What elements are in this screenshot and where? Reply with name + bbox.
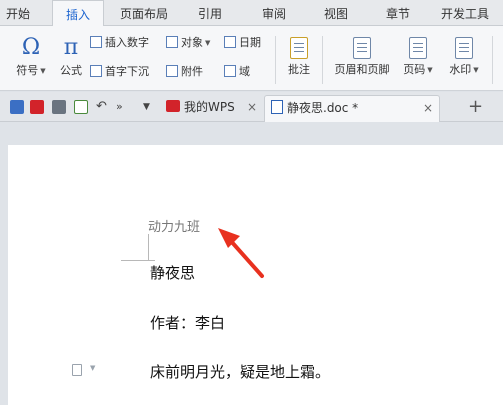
more-icon[interactable]: »: [116, 100, 130, 114]
insert-number-label: 插入数字: [105, 36, 149, 49]
header-footer-button[interactable]: 页眉和页脚: [328, 34, 396, 77]
omega-icon: Ω: [21, 35, 41, 60]
object-label: 对象: [181, 36, 203, 49]
comment-icon: [290, 37, 308, 59]
menu-tab-view[interactable]: 视图: [316, 0, 356, 26]
symbol-label: 符号: [16, 64, 39, 77]
undo-icon[interactable]: ↶: [96, 100, 110, 114]
chevron-down-icon: ▼: [427, 66, 433, 74]
drop-cap-icon: [90, 65, 102, 77]
page-number-button[interactable]: 页码 ▼: [398, 34, 438, 77]
chevron-down-icon: ▼: [90, 364, 96, 372]
menu-tab-review[interactable]: 审阅: [252, 0, 296, 26]
insert-number-button[interactable]: 插入数字: [90, 34, 149, 52]
watermark-button[interactable]: 水印 ▼: [442, 34, 486, 77]
menu-tab-insert[interactable]: 插入: [52, 0, 104, 27]
page-number-icon: [409, 37, 427, 59]
menu-tab-chapter[interactable]: 章节: [376, 0, 420, 26]
field-label: 域: [239, 65, 250, 78]
export-pdf-icon[interactable]: [30, 100, 44, 114]
word-doc-icon: [271, 100, 283, 114]
date-label: 日期: [239, 36, 261, 49]
drop-cap-button[interactable]: 首字下沉: [90, 63, 149, 81]
header-footer-icon: [353, 37, 371, 59]
wps-logo-icon: [166, 100, 180, 112]
new-tab-icon[interactable]: +: [468, 96, 483, 117]
menu-bar: 开始 插入 页面布局 引用 审阅 视图 章节 开发工具: [0, 0, 503, 27]
watermark-label: 水印: [449, 63, 472, 76]
document-tab-bar: ↶ » ▼ 我的WPS × 静夜思.doc * × +: [0, 92, 503, 122]
symbol-button[interactable]: Ω 符号 ▼: [10, 34, 52, 78]
tab-document-label: 静夜思.doc *: [287, 101, 359, 115]
tab-my-wps[interactable]: 我的WPS ×: [160, 95, 260, 122]
tab-my-wps-label: 我的WPS: [184, 100, 235, 114]
page-number-label: 页码: [403, 63, 426, 76]
attachment-button[interactable]: 附件: [166, 63, 203, 81]
chevron-down-icon: ▼: [205, 39, 211, 47]
header-footer-label: 页眉和页脚: [334, 63, 390, 76]
number-icon: [90, 36, 102, 48]
chevron-down-icon: ▼: [40, 67, 46, 75]
pi-icon: π: [63, 35, 79, 60]
menu-tab-references[interactable]: 引用: [190, 0, 230, 26]
close-icon[interactable]: ×: [423, 96, 433, 121]
field-icon: [224, 65, 236, 77]
menu-tab-page-layout[interactable]: 页面布局: [112, 0, 176, 26]
comment-label: 批注: [288, 63, 310, 76]
ribbon-divider: [275, 36, 276, 84]
calendar-icon: [224, 36, 236, 48]
drop-cap-label: 首字下沉: [105, 65, 149, 78]
ribbon-divider: [322, 36, 323, 84]
save-icon[interactable]: [10, 100, 24, 114]
page-header-text[interactable]: 动力九班: [148, 216, 200, 235]
field-button[interactable]: 域: [224, 63, 250, 81]
attachment-label: 附件: [181, 65, 203, 78]
object-icon: [166, 36, 178, 48]
doc-line-verse[interactable]: 床前明月光，疑是地上霜。: [150, 361, 330, 382]
paragraph-mark-icon[interactable]: [72, 364, 82, 376]
close-icon[interactable]: ×: [247, 95, 257, 120]
attachment-icon: [166, 65, 178, 77]
tab-document[interactable]: 静夜思.doc * ×: [264, 95, 440, 122]
ribbon-insert: Ω 符号 ▼ π 公式 插入数字 首字下沉 对象 ▼ 附件 日期 域 批注 页眉和页…: [0, 26, 503, 91]
watermark-icon: [455, 37, 473, 59]
print-preview-icon[interactable]: [74, 100, 88, 114]
doc-line-author[interactable]: 作者：李白: [150, 312, 225, 333]
chevron-down-icon: ▼: [473, 66, 479, 74]
object-button[interactable]: 对象 ▼: [166, 34, 210, 52]
ribbon-divider: [492, 36, 493, 84]
menu-tab-home[interactable]: 开始: [0, 0, 36, 26]
doc-line-title[interactable]: 静夜思: [150, 262, 195, 283]
margin-corner-mark: [121, 260, 155, 261]
date-button[interactable]: 日期: [224, 34, 261, 52]
customize-chevron-icon[interactable]: ▼: [143, 100, 157, 114]
formula-button[interactable]: π 公式: [54, 34, 88, 78]
formula-label: 公式: [60, 64, 82, 77]
menu-tab-developer[interactable]: 开发工具: [432, 0, 498, 26]
margin-corner-mark: [148, 234, 149, 261]
comment-button[interactable]: 批注: [282, 34, 316, 77]
print-icon[interactable]: [52, 100, 66, 114]
